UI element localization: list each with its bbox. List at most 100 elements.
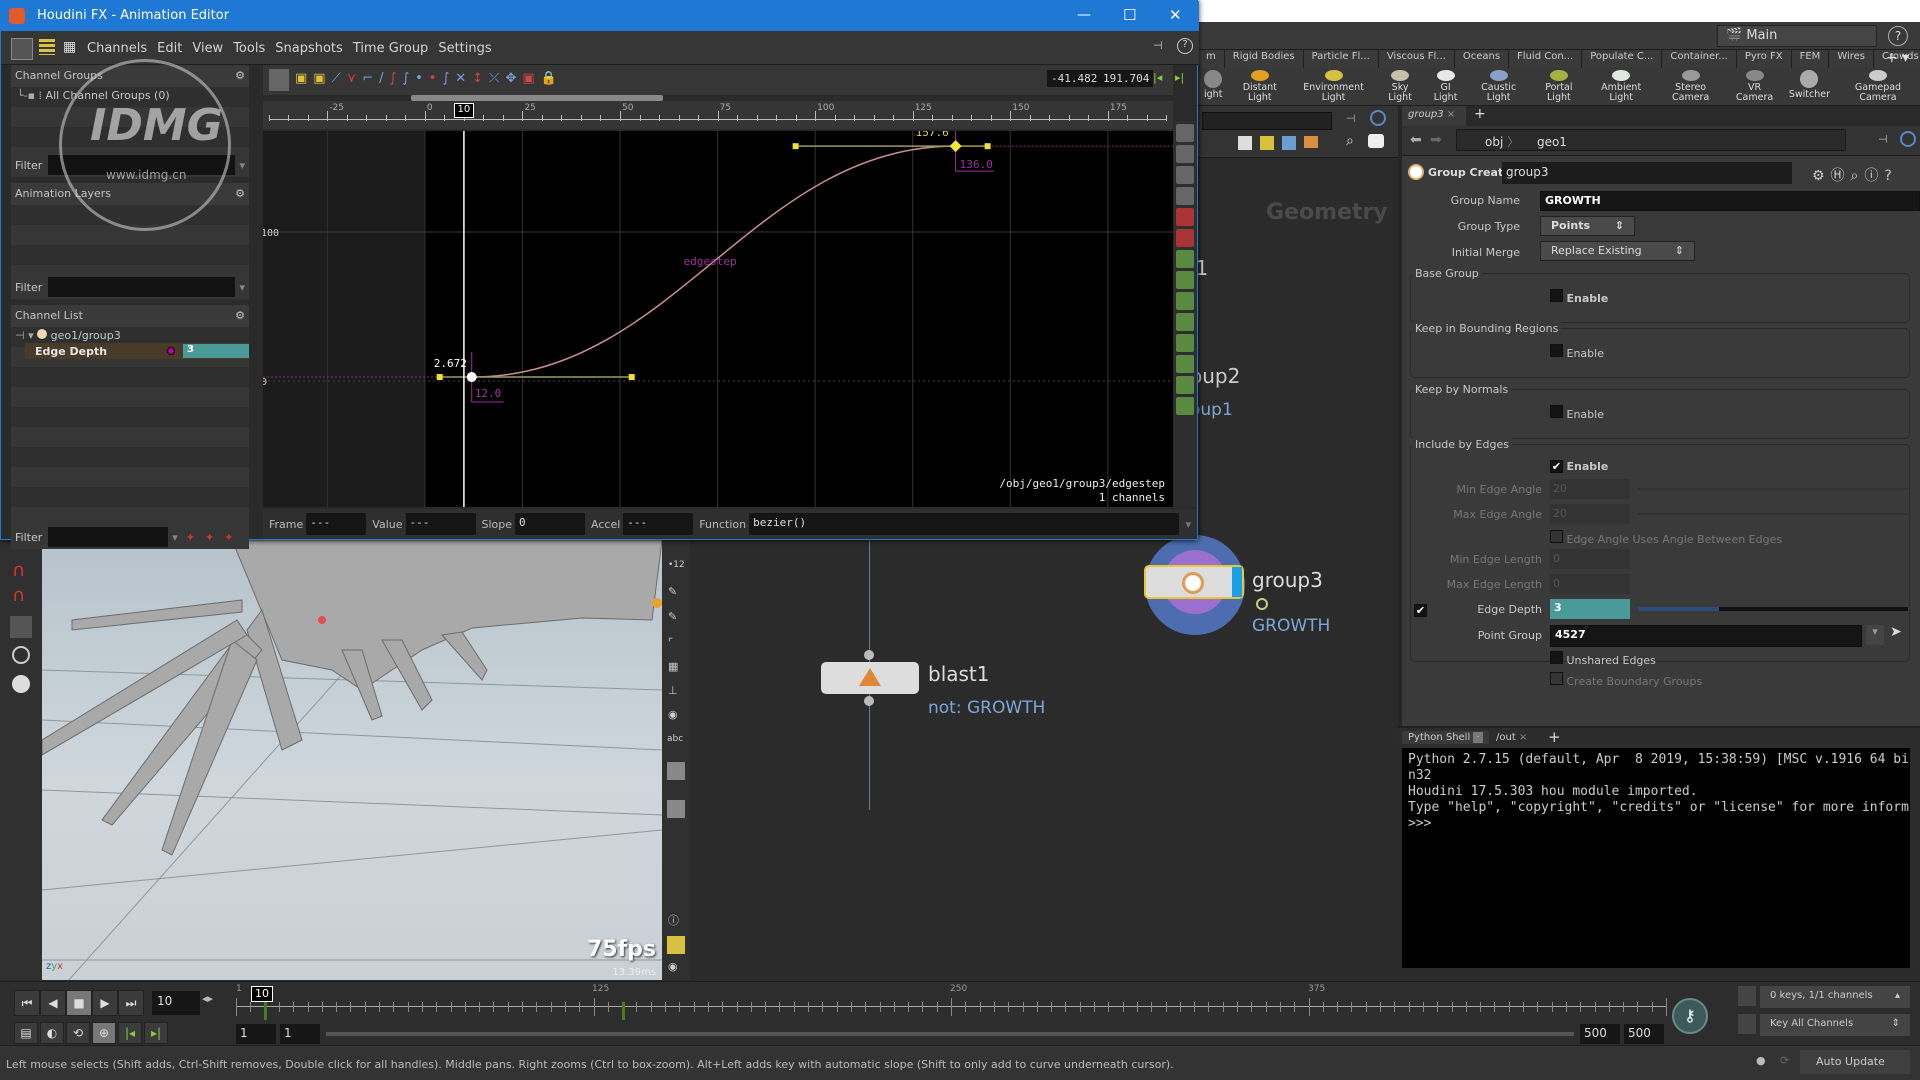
- close-button[interactable]: ✕: [1169, 6, 1182, 24]
- max-edge-length-field[interactable]: 0: [1550, 574, 1630, 594]
- frame-field[interactable]: ---: [306, 513, 367, 535]
- handle-icon[interactable]: [10, 616, 32, 638]
- audio-icon[interactable]: ◐: [40, 1022, 64, 1044]
- dropdown-icon[interactable]: ▾: [172, 531, 178, 544]
- add-tab-button[interactable]: +: [1548, 728, 1561, 746]
- min-edge-angle-slider[interactable]: [1638, 488, 1908, 490]
- shelf-tab[interactable]: Viscous Fl...: [1378, 50, 1455, 68]
- eye-icon[interactable]: ◉: [668, 960, 678, 973]
- dopesheet-icon[interactable]: [39, 39, 55, 55]
- eye-icon[interactable]: [1368, 134, 1384, 148]
- add-shelf-button[interactable]: + ▾: [1886, 50, 1909, 66]
- gear-icon[interactable]: ⚙: [235, 69, 245, 83]
- home-icon[interactable]: [1176, 124, 1194, 142]
- menu-settings[interactable]: Settings: [438, 41, 491, 56]
- range-end2-field[interactable]: 500: [1624, 1024, 1664, 1044]
- display-points-icon[interactable]: •12: [668, 560, 685, 570]
- output-connector[interactable]: [864, 696, 874, 706]
- keyframe-point[interactable]: [466, 372, 477, 383]
- key-mode-menu[interactable]: Key All Channels ⇕: [1760, 1014, 1910, 1036]
- range-slider[interactable]: [326, 1032, 1574, 1036]
- sticky-note-icon[interactable]: [1260, 136, 1274, 150]
- range-start2-field[interactable]: 1: [280, 1024, 320, 1044]
- point-group-field[interactable]: 4527: [1550, 625, 1862, 647]
- magnet-icon[interactable]: ∩: [12, 560, 25, 581]
- key-button[interactable]: ⚷: [1672, 998, 1708, 1034]
- close-tab-icon[interactable]: ×: [1519, 732, 1527, 743]
- lock-icon[interactable]: 🔒: [541, 71, 557, 86]
- link-icon[interactable]: [1900, 131, 1916, 147]
- node-blast1[interactable]: [821, 662, 919, 694]
- search-icon[interactable]: ⌕: [1346, 133, 1354, 149]
- shelf-tool[interactable]: Caustic Light: [1467, 68, 1530, 105]
- link-icon[interactable]: [1370, 110, 1386, 126]
- linear-icon[interactable]: /: [379, 71, 383, 86]
- jump-end-button[interactable]: ⏭: [118, 990, 144, 1016]
- breadcrumb-obj[interactable]: obj: [1485, 135, 1503, 149]
- fit-icon[interactable]: [1176, 166, 1194, 184]
- image-icon[interactable]: [1282, 136, 1296, 150]
- shelf-tool[interactable]: Environment Light: [1291, 68, 1376, 105]
- normals-enable-checkbox[interactable]: [1550, 405, 1563, 418]
- forward-arrow-icon[interactable]: ➡: [1430, 132, 1442, 148]
- 3d-viewport[interactable]: 75fps 13.39ms zyx: [42, 540, 662, 980]
- smooth-icon[interactable]: [1176, 313, 1194, 331]
- pin-icon[interactable]: ⊣: [1153, 39, 1163, 52]
- key-icon[interactable]: •: [415, 71, 423, 86]
- display-flag[interactable]: [1232, 567, 1242, 597]
- frame-all-icon[interactable]: [1176, 145, 1194, 163]
- dropdown-icon[interactable]: ▾: [1185, 518, 1191, 531]
- shelf-tool[interactable]: Distant Light: [1228, 68, 1291, 105]
- background-image-icon[interactable]: [667, 762, 685, 780]
- range-end-icon[interactable]: ▸|: [1175, 71, 1184, 84]
- corner-icon[interactable]: ⌜: [668, 636, 673, 649]
- input-connector[interactable]: [864, 650, 874, 660]
- initial-merge-menu[interactable]: Replace Existing ⇕: [1540, 241, 1695, 261]
- network-path-dropdown[interactable]: [1202, 112, 1332, 130]
- curve-icon[interactable]: [1738, 1014, 1756, 1034]
- shelf-tab[interactable]: FEM: [1791, 50, 1830, 68]
- menu-edit[interactable]: Edit: [157, 41, 182, 56]
- channel-action-icon[interactable]: ✦: [205, 531, 214, 544]
- shading-icon[interactable]: ◉: [668, 708, 678, 721]
- shelf-tab[interactable]: Oceans: [1454, 50, 1510, 68]
- box-select-icon[interactable]: ▣: [295, 71, 307, 86]
- pin-icon[interactable]: ⊣: [1346, 112, 1356, 125]
- python-shell-output[interactable]: Python 2.7.15 (default, Apr 8 2019, 15:3…: [1402, 748, 1910, 968]
- brush-icon[interactable]: ✎: [668, 585, 677, 598]
- stop-button[interactable]: ■: [66, 990, 92, 1016]
- filter-input[interactable]: [48, 527, 169, 547]
- pin-icon[interactable]: ⊣ ▾: [15, 329, 37, 342]
- smooth-icon[interactable]: [1176, 355, 1194, 373]
- edge-depth-slider[interactable]: [1638, 607, 1908, 611]
- shelf-tool[interactable]: Stereo Camera: [1655, 68, 1726, 105]
- edges-enable-checkbox[interactable]: ✔: [1550, 460, 1563, 473]
- smooth-icon[interactable]: [1176, 334, 1194, 352]
- back-arrow-icon[interactable]: ⬅: [1410, 132, 1422, 148]
- tangent-icon[interactable]: ⟋: [332, 71, 341, 86]
- minimize-button[interactable]: —: [1077, 7, 1091, 23]
- curve-graph[interactable]: 100 0 2.672 12.0 157.6 136.0 edgestep/obj/geo1…: [263, 131, 1173, 507]
- range-end-field[interactable]: 500: [1580, 1024, 1620, 1044]
- current-frame-marker[interactable]: 10: [453, 103, 474, 118]
- delete-icon[interactable]: ⤫: [489, 71, 499, 86]
- camera-icon[interactable]: [12, 675, 30, 693]
- boundary-groups-checkbox[interactable]: [1550, 672, 1563, 685]
- tab-out[interactable]: /out ×: [1490, 731, 1533, 744]
- menu-view[interactable]: View: [192, 41, 223, 56]
- min-edge-length-field[interactable]: 0: [1550, 549, 1630, 569]
- update-mode-menu[interactable]: Auto Update: [1800, 1050, 1910, 1074]
- spreadsheet-icon[interactable]: ▦: [63, 39, 76, 55]
- channel-icon[interactable]: [1176, 229, 1194, 247]
- magnet-icon[interactable]: ∩: [12, 585, 25, 606]
- scope-icon[interactable]: ⊕: [92, 1022, 116, 1044]
- pan-icon[interactable]: [1176, 187, 1194, 205]
- brush-icon[interactable]: ✎: [668, 610, 677, 623]
- title-bar[interactable]: Houdini FX - Animation Editor — ☐ ✕: [1, 1, 1199, 31]
- channel-action-icon[interactable]: ✦: [224, 531, 233, 544]
- snap-icon[interactable]: [12, 646, 30, 664]
- shelf-tab[interactable]: Particle Fl...: [1303, 50, 1379, 68]
- keys-info-button[interactable]: 0 keys, 1/1 channels ▴: [1760, 986, 1910, 1008]
- sync-icon[interactable]: [1738, 986, 1756, 1006]
- point-group-dropdown[interactable]: ▾: [1866, 625, 1884, 645]
